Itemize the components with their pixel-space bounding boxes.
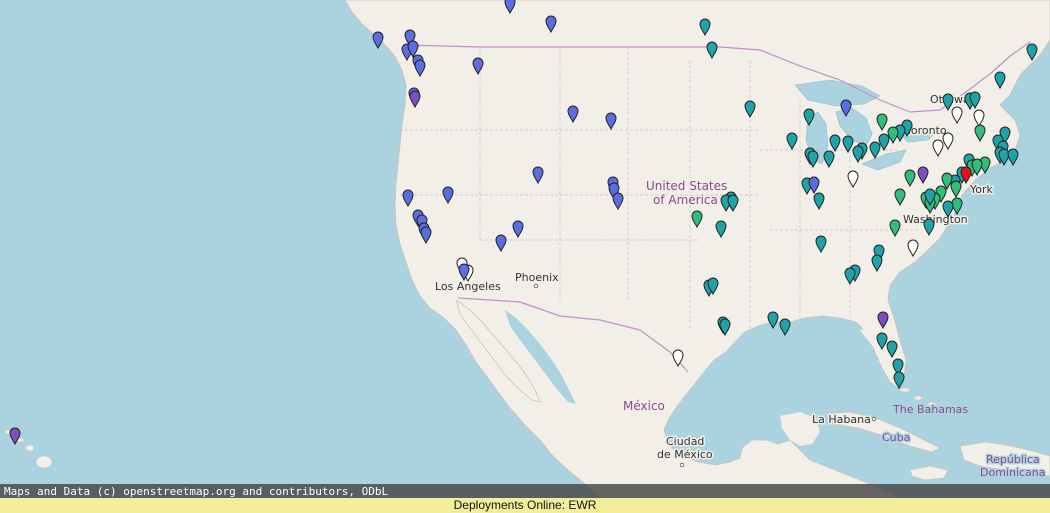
label-usa-line2: of America: [653, 193, 718, 207]
map-view[interactable]: Ottawa Toronto United States of America …: [0, 0, 1050, 498]
label-dominican-line1: República: [986, 453, 1040, 466]
label-washington: Washington: [903, 213, 968, 226]
deployments-online-text: Deployments Online: EWR: [453, 498, 597, 512]
label-usa-line1: United States: [646, 179, 727, 193]
label-havana: La Habana: [812, 413, 871, 426]
map-attribution: Maps and Data (c) openstreetmap.org and …: [0, 484, 1050, 499]
status-bar: Deployments Online: EWR: [0, 498, 1050, 513]
label-mexico: México: [623, 399, 665, 413]
label-cuba: Cuba: [882, 431, 910, 444]
label-new-york: York: [969, 183, 994, 196]
label-dominican-line2: Dominicana: [980, 466, 1046, 479]
label-mexico-city-line2: de México: [657, 448, 713, 461]
label-bahamas: The Bahamas: [892, 403, 968, 416]
label-phoenix: Phoenix: [515, 271, 559, 284]
label-mexico-city-line1: Ciudad: [666, 435, 704, 448]
